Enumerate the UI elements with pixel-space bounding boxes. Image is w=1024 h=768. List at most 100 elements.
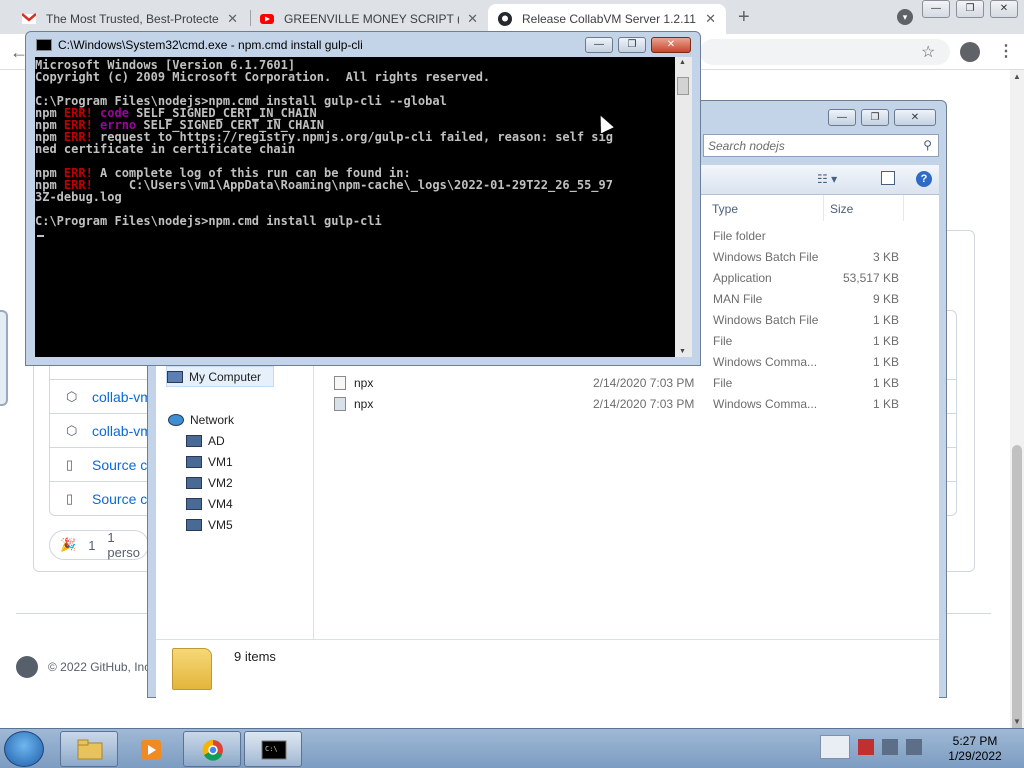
network-computer-icon [186, 518, 202, 531]
start-button[interactable] [4, 731, 44, 767]
close-button[interactable]: ✕ [651, 37, 691, 53]
more-menu-icon[interactable]: ⋮ [998, 41, 1014, 61]
package-icon: ⬡ [66, 388, 78, 404]
maximize-button[interactable]: ❐ [618, 37, 646, 53]
address-bar[interactable] [700, 39, 950, 65]
nav-label: VM1 [208, 454, 233, 469]
taskbar-clock[interactable]: 5:27 PM 1/29/2022 [940, 734, 1010, 764]
media-player-icon [141, 740, 161, 760]
page-scrollbar[interactable]: ▲ ▼ [1010, 70, 1024, 768]
reaction-button[interactable]: 🎉 1 1 perso [49, 530, 149, 560]
console-text: 3Z-debug.log [35, 190, 122, 204]
file-type: File folder [713, 229, 766, 243]
file-row[interactable]: npx 2/14/2020 7:03 PM File 1 KB [314, 373, 939, 394]
file-name: npx [354, 397, 374, 411]
close-tab-icon[interactable]: ✕ [227, 11, 238, 27]
github-logo-icon[interactable] [16, 656, 38, 678]
close-tab-icon[interactable]: ✕ [705, 11, 716, 27]
column-header-size[interactable]: Size [824, 195, 904, 221]
explorer-window-controls: — ❐ ✕ [823, 109, 936, 126]
package-icon: ⬡ [66, 422, 78, 438]
taskbar-chrome[interactable] [183, 731, 241, 767]
maximize-button[interactable]: ❐ [956, 0, 984, 18]
tab-search-icon[interactable]: ▾ [897, 9, 913, 25]
file-type: Windows Comma... [713, 397, 818, 411]
search-icon[interactable]: ⚲ [923, 138, 932, 152]
asset-link[interactable]: Source co [92, 457, 155, 473]
asset-link[interactable]: Source co [92, 491, 155, 507]
github-icon [498, 12, 512, 26]
nav-host[interactable]: VM1 [186, 451, 233, 472]
search-placeholder: Search nodejs [708, 139, 785, 153]
maximize-button[interactable]: ❐ [861, 109, 889, 126]
console-text: Copyright (c) 2009 Microsoft Corporation… [35, 70, 491, 84]
nav-host[interactable]: VM5 [186, 514, 233, 535]
minimize-button[interactable]: — [585, 37, 613, 53]
clock-time: 5:27 PM [952, 734, 998, 748]
network-computer-icon [186, 434, 202, 447]
folder-icon [77, 739, 103, 760]
file-type: Windows Comma... [713, 355, 818, 369]
change-view-icon[interactable]: ☷ ▾ [817, 172, 837, 186]
nav-host[interactable]: AD [186, 430, 225, 451]
action-center-icon[interactable] [858, 739, 874, 755]
preview-pane-icon[interactable] [881, 171, 895, 185]
network-computer-icon [186, 476, 202, 489]
taskbar-cmd[interactable]: C:\ [244, 731, 302, 767]
minimize-button[interactable]: — [828, 109, 856, 126]
asset-link[interactable]: collab-vm [92, 389, 152, 405]
cmd-window-title: C:\Windows\System32\cmd.exe - npm.cmd in… [58, 38, 363, 52]
help-icon[interactable]: ? [916, 171, 932, 187]
file-type: Windows Batch File [713, 250, 819, 264]
cmd-title-bar: C:\Windows\System32\cmd.exe - npm.cmd in… [36, 38, 363, 52]
nav-host[interactable]: VM2 [186, 472, 233, 493]
console-text: ned certificate in certificate chain [35, 142, 296, 156]
cmd-icon: C:\ [261, 740, 287, 760]
nav-network[interactable]: Network [168, 409, 234, 430]
minimize-button[interactable]: — [922, 0, 950, 18]
file-name: npx [354, 376, 374, 390]
youtube-icon [260, 14, 274, 24]
nav-label: VM4 [208, 496, 233, 511]
network-status-icon[interactable] [882, 739, 898, 755]
file-type: File [713, 376, 733, 390]
taskbar-explorer[interactable] [60, 731, 118, 767]
close-button[interactable]: ✕ [990, 0, 1018, 18]
scroll-down-icon[interactable]: ▼ [679, 348, 686, 355]
close-button[interactable]: ✕ [894, 109, 936, 126]
bookmark-star-icon[interactable]: ☆ [921, 42, 935, 62]
file-zip-icon: ▯ [66, 456, 74, 472]
item-count: 9 items [234, 649, 276, 664]
cmd-window: C:\Windows\System32\cmd.exe - npm.cmd in… [25, 31, 701, 366]
tab-github-release[interactable]: Release CollabVM Server 1.2.11 ✕ [488, 4, 726, 34]
scroll-down-icon[interactable]: ▼ [1013, 717, 1021, 726]
profile-avatar[interactable] [960, 42, 980, 62]
svg-text:C:\: C:\ [265, 745, 278, 753]
reaction-people: 1 perso [107, 530, 140, 560]
nav-my-computer[interactable]: My Computer [166, 366, 275, 387]
network-icon [168, 413, 184, 426]
nav-label: VM5 [208, 517, 233, 532]
console-output[interactable]: Microsoft Windows [Version 6.1.7601] Copy… [35, 57, 675, 357]
asset-link[interactable]: collab-vm [92, 423, 152, 439]
file-row[interactable]: npx 2/14/2020 7:03 PM Windows Comma... 1… [314, 394, 939, 415]
scroll-up-icon[interactable]: ▲ [679, 59, 686, 66]
file-size: 9 KB [872, 292, 899, 306]
new-tab-button[interactable]: + [738, 6, 750, 29]
nav-host[interactable]: VM4 [186, 493, 233, 514]
scroll-up-icon[interactable]: ▲ [1013, 72, 1021, 81]
console-text: C:\Users\vm1\AppData\Roaming\npm-cache\_… [92, 178, 613, 192]
nav-label: AD [208, 433, 225, 448]
close-tab-icon[interactable]: ✕ [467, 11, 478, 27]
tab-gmail[interactable]: The Most Trusted, Best-Protected ✕ [12, 4, 248, 34]
tab-youtube[interactable]: GREENVILLE MONEY SCRIPT (WO ✕ [250, 4, 488, 34]
scrollbar-thumb[interactable] [677, 77, 689, 95]
volume-icon[interactable] [906, 739, 922, 755]
column-header-type[interactable]: Type [706, 195, 824, 221]
cmd-scrollbar[interactable]: ▲ ▼ [675, 57, 692, 357]
gmail-icon [22, 13, 36, 24]
pen-input-icon[interactable] [820, 735, 850, 759]
search-input[interactable]: Search nodejs ⚲ [703, 134, 939, 157]
footer-copyright: © 2022 GitHub, Inc [48, 660, 151, 674]
taskbar-media-player[interactable] [121, 731, 179, 767]
